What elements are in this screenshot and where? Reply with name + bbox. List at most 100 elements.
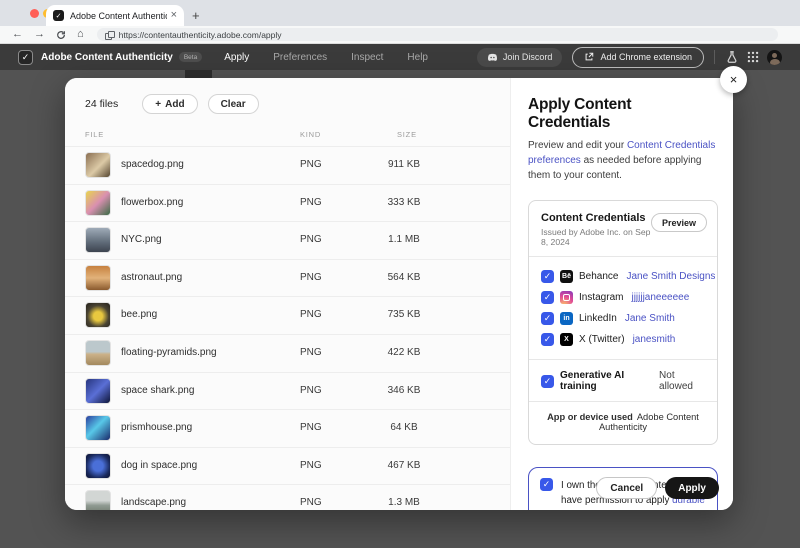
- social-accounts-list: ✓ Bē Behance Jane Smith Designs ✓ Instagram jj…: [541, 266, 715, 350]
- genai-value: Not allowed: [659, 370, 693, 392]
- file-thumbnail: [85, 227, 111, 254]
- add-files-button[interactable]: + Add: [142, 94, 198, 114]
- file-thumbnail: [85, 152, 111, 178]
- file-name: prismhouse.png: [121, 422, 193, 434]
- file-size: 467 KB: [387, 459, 421, 471]
- genai-training-row: ✓ Generative AI training Not allowed: [541, 370, 705, 392]
- file-row[interactable]: NYC.png PNG 1.1 MB: [65, 221, 510, 259]
- files-topbar: 24 files + Add Clear: [65, 78, 510, 122]
- file-size: 564 KB: [387, 271, 421, 283]
- beta-badge: Beta: [178, 52, 203, 62]
- file-thumbnail: [85, 264, 111, 291]
- file-thumbnail: [85, 339, 111, 366]
- files-panel: 24 files + Add Clear FILE KIND SIZE spac…: [65, 78, 510, 510]
- nav-apply[interactable]: Apply: [224, 52, 249, 63]
- file-row[interactable]: spacedog.png PNG 911 KB: [65, 146, 510, 184]
- close-window-button[interactable]: [30, 9, 39, 18]
- page-title: Apply Content Credentials: [528, 96, 632, 131]
- file-kind: PNG: [300, 196, 322, 208]
- app-header: ✓ Adobe Content Authenticity Beta Apply …: [0, 44, 800, 70]
- browser-window: ✓ Adobe Content Authenticity × + ← → ⌂ h…: [0, 0, 800, 548]
- tab-switcher-icon[interactable]: [104, 30, 115, 40]
- header-divider: [714, 50, 715, 64]
- social-network-label: LinkedIn: [579, 313, 617, 324]
- external-link-icon: [586, 52, 594, 61]
- social-handle-link[interactable]: janesmith: [633, 334, 676, 345]
- file-row[interactable]: bee.png PNG 735 KB: [65, 296, 510, 334]
- file-row[interactable]: dog in space.png PNG 467 KB: [65, 446, 510, 485]
- file-row[interactable]: flowerbox.png PNG 333 KB: [65, 183, 510, 222]
- browser-tab[interactable]: ✓ Adobe Content Authenticity ×: [46, 5, 184, 26]
- app-used-label: App or device used: [547, 412, 633, 422]
- file-thumbnail: [85, 189, 111, 216]
- linkedin-icon: in: [560, 312, 573, 325]
- modal-close-button[interactable]: ×: [720, 66, 747, 93]
- file-list-body: spacedog.png PNG 911 KB flowerbox.png PNG 333…: [65, 146, 510, 510]
- back-icon[interactable]: ←: [12, 29, 23, 40]
- beta-flask-icon[interactable]: [725, 50, 739, 64]
- tab-close-icon[interactable]: ×: [171, 10, 177, 21]
- add-chrome-extension-label: Add Chrome extension: [600, 52, 692, 62]
- add-chrome-extension-button[interactable]: Add Chrome extension: [572, 46, 704, 68]
- file-row[interactable]: space shark.png PNG 346 KB: [65, 371, 510, 410]
- modal-actions: Cancel Apply: [596, 477, 719, 499]
- file-row[interactable]: prismhouse.png PNG 64 KB: [65, 409, 510, 447]
- file-row[interactable]: astronaut.png PNG 564 KB: [65, 258, 510, 297]
- reload-icon[interactable]: [56, 30, 66, 40]
- plus-icon: +: [155, 98, 162, 110]
- nav-preferences[interactable]: Preferences: [273, 52, 327, 63]
- file-name: floating-pyramids.png: [121, 346, 217, 358]
- file-kind: PNG: [300, 309, 322, 321]
- social-row: ✓ X X (Twitter) janesmith: [541, 329, 705, 350]
- nav-inspect[interactable]: Inspect: [351, 52, 383, 63]
- file-size: 1.3 MB: [388, 497, 420, 509]
- social-row: ✓ Instagram jjjjjjaneeeeee: [541, 287, 705, 308]
- file-size: 346 KB: [387, 384, 421, 396]
- apply-panel: Apply Content Credentials Preview and ed…: [510, 78, 733, 510]
- genai-checkbox-checked[interactable]: ✓: [541, 374, 554, 388]
- column-file: FILE: [85, 130, 105, 139]
- new-tab-button[interactable]: +: [192, 5, 200, 26]
- file-name: dog in space.png: [121, 459, 198, 471]
- user-avatar[interactable]: [767, 49, 782, 65]
- file-name: astronaut.png: [121, 271, 183, 283]
- app-grid-icon[interactable]: [746, 50, 760, 64]
- address-bar[interactable]: https://contentauthenticity.adobe.com/ap…: [96, 28, 778, 41]
- issued-by-text: Issued by Adobe Inc. on Sep 8, 2024: [541, 227, 651, 247]
- file-kind: PNG: [300, 497, 322, 509]
- home-icon[interactable]: ⌂: [77, 29, 84, 40]
- file-thumbnail: [85, 377, 111, 404]
- file-kind: PNG: [300, 234, 322, 246]
- genai-label: Generative AI training: [560, 370, 625, 392]
- cancel-button[interactable]: Cancel: [596, 477, 658, 499]
- clear-files-button[interactable]: Clear: [207, 94, 259, 114]
- file-name: NYC.png: [121, 234, 162, 246]
- apply-button[interactable]: Apply: [665, 477, 719, 499]
- add-files-label: Add: [165, 98, 185, 110]
- forward-icon[interactable]: →: [34, 29, 45, 40]
- social-checkbox-checked[interactable]: ✓: [541, 312, 554, 325]
- social-checkbox-checked[interactable]: ✓: [541, 270, 554, 283]
- social-handle-link[interactable]: jjjjjjaneeeeee: [631, 292, 689, 303]
- join-discord-button[interactable]: Join Discord: [476, 47, 563, 67]
- social-handle-link[interactable]: Jane Smith Designs: [626, 271, 715, 282]
- camera-glyph: [563, 294, 570, 301]
- consent-checkbox-checked[interactable]: ✓: [540, 478, 553, 491]
- file-row[interactable]: floating-pyramids.png PNG 422 KB: [65, 333, 510, 372]
- file-kind: PNG: [300, 384, 322, 396]
- file-kind: PNG: [300, 459, 322, 471]
- file-row[interactable]: landscape.png PNG 1.3 MB: [65, 484, 510, 510]
- file-thumbnail: [85, 490, 111, 510]
- nav-help[interactable]: Help: [407, 52, 428, 63]
- file-size: 422 KB: [387, 346, 421, 358]
- desc-text: Preview and edit your: [528, 140, 627, 151]
- preview-button[interactable]: Preview: [650, 213, 707, 232]
- join-discord-label: Join Discord: [502, 52, 553, 62]
- social-checkbox-checked[interactable]: ✓: [541, 291, 554, 304]
- behance-icon: Bē: [560, 270, 573, 283]
- url-text: https://contentauthenticity.adobe.com/ap…: [118, 29, 282, 40]
- discord-icon: [487, 53, 497, 61]
- social-handle-link[interactable]: Jane Smith: [625, 313, 675, 324]
- social-network-label: X (Twitter): [579, 334, 625, 345]
- social-checkbox-checked[interactable]: ✓: [541, 333, 554, 346]
